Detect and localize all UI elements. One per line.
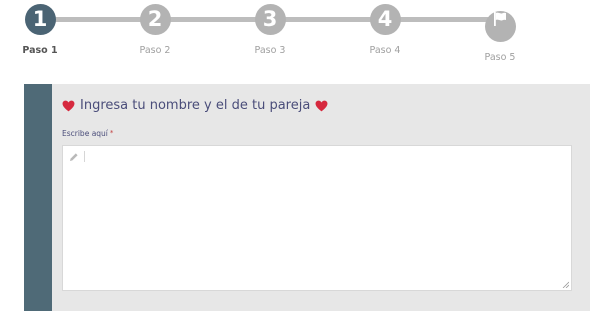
step-2-circle: 2 bbox=[139, 4, 171, 35]
field-label: Escribe aquí * bbox=[62, 129, 113, 138]
field-label-text: Escribe aquí bbox=[62, 129, 108, 138]
step-4-label: Paso 4 bbox=[369, 45, 401, 56]
step-2-label: Paso 2 bbox=[139, 45, 171, 56]
required-mark: * bbox=[109, 129, 114, 137]
step-4[interactable]: 4 Paso 4 bbox=[345, 4, 425, 56]
step-1-label: Paso 1 bbox=[22, 45, 58, 56]
name-textarea[interactable] bbox=[62, 145, 572, 291]
heart-icon bbox=[62, 100, 75, 111]
step-1-circle: 1 bbox=[24, 4, 56, 35]
form-title: Ingresa tu nombre y el de tu pareja bbox=[62, 98, 328, 113]
step-3-circle: 3 bbox=[254, 4, 286, 35]
card-accent-bar bbox=[24, 84, 52, 311]
resize-handle-icon[interactable] bbox=[562, 281, 569, 288]
pencil-icon bbox=[70, 153, 78, 161]
step-3[interactable]: 3 Paso 3 bbox=[230, 4, 310, 56]
text-caret bbox=[84, 151, 85, 162]
form-title-text: Ingresa tu nombre y el de tu pareja bbox=[80, 98, 311, 113]
step-5-circle bbox=[484, 11, 516, 42]
form-card: Ingresa tu nombre y el de tu pareja Escr… bbox=[24, 84, 590, 311]
step-4-circle: 4 bbox=[369, 4, 401, 35]
flag-icon bbox=[494, 12, 506, 26]
step-5[interactable]: Paso 5 bbox=[460, 4, 540, 63]
step-2[interactable]: 2 Paso 2 bbox=[115, 4, 195, 56]
progress-steps: 1 Paso 1 2 Paso 2 3 Paso 3 4 Paso 4 Paso… bbox=[0, 0, 610, 70]
step-5-label: Paso 5 bbox=[484, 52, 516, 63]
step-3-label: Paso 3 bbox=[254, 45, 286, 56]
step-1[interactable]: 1 Paso 1 bbox=[0, 4, 80, 56]
heart-icon bbox=[315, 100, 328, 111]
